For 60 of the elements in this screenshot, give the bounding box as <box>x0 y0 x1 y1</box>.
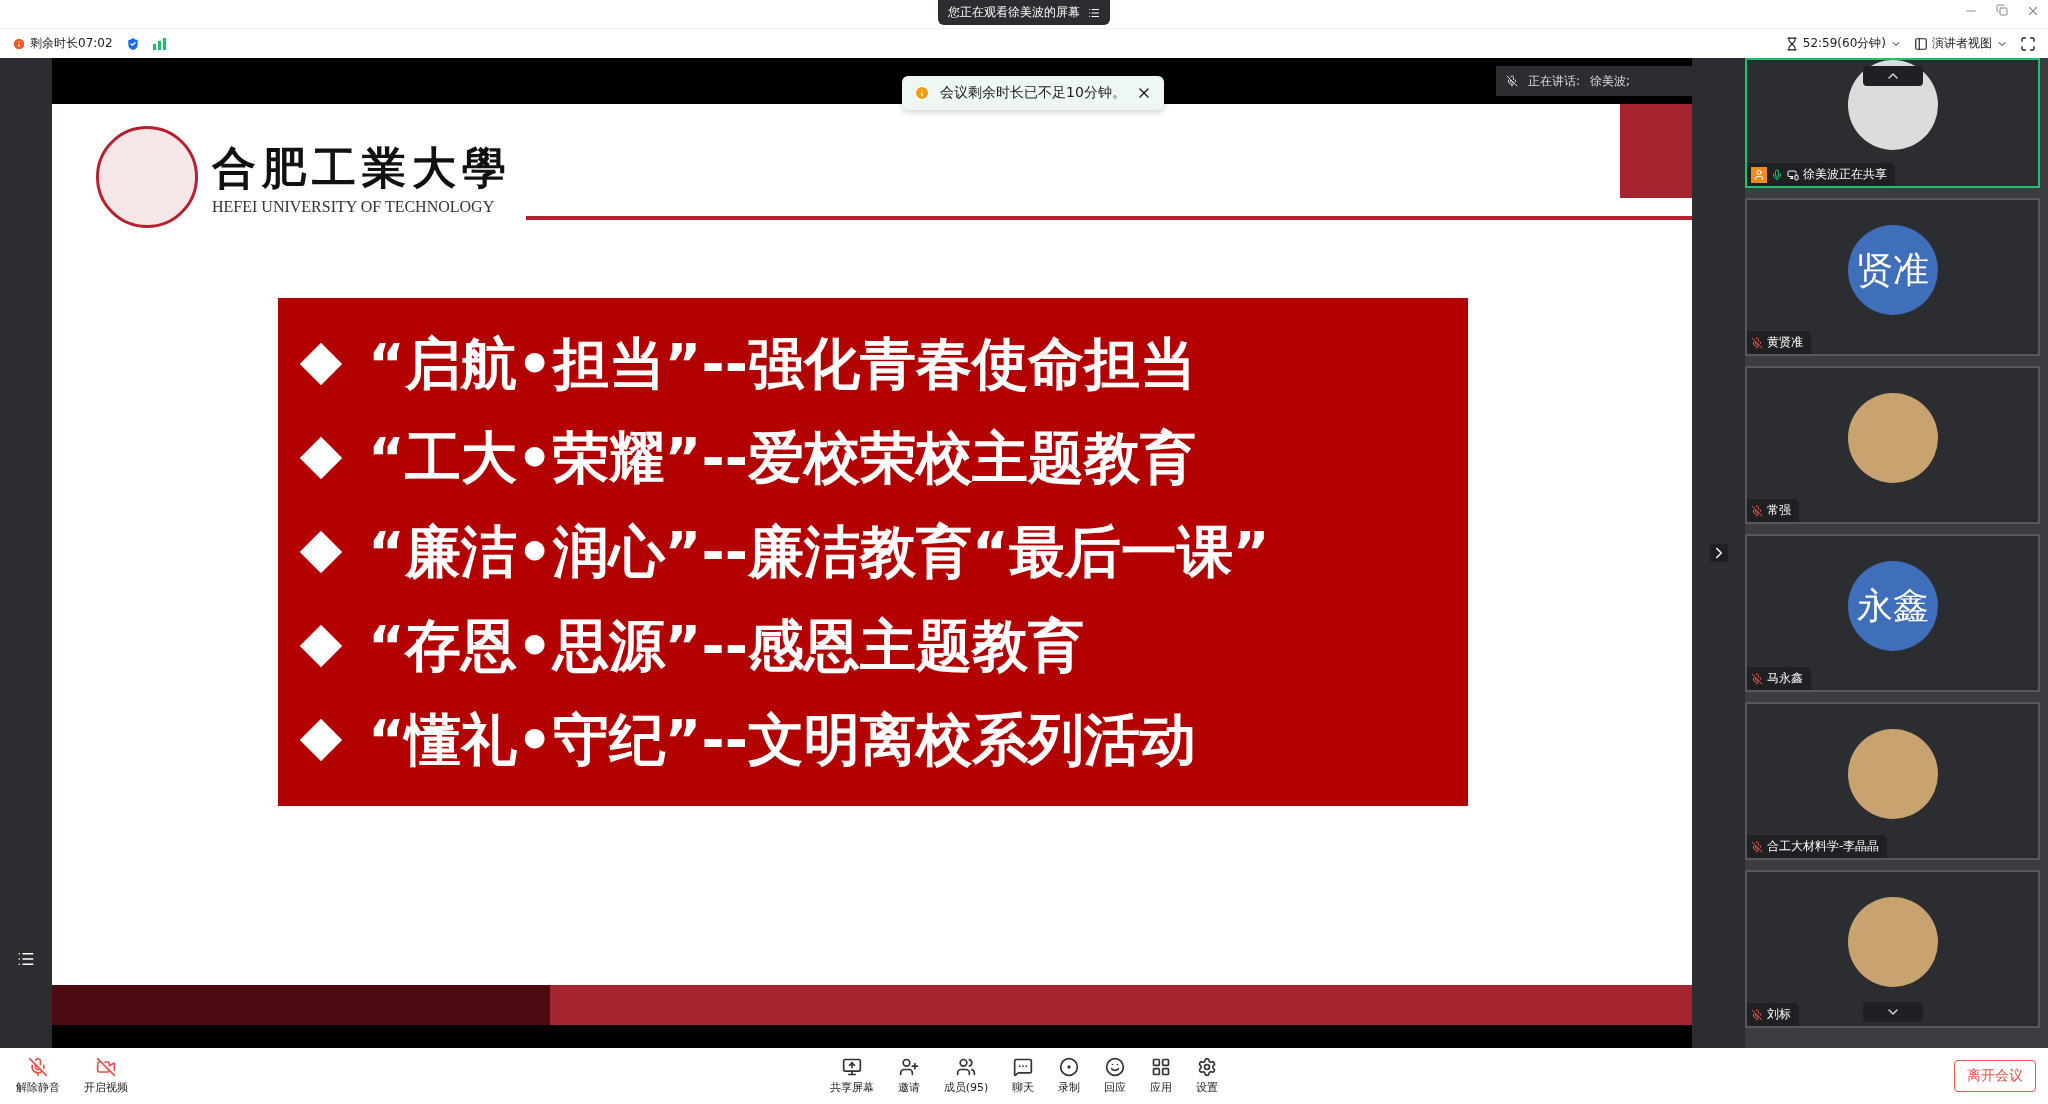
list-icon[interactable] <box>17 950 35 968</box>
participant-name: 刘标 <box>1767 1006 1791 1023</box>
scroll-down-button[interactable] <box>1862 1002 1923 1022</box>
view-button[interactable]: 演讲者视图 <box>1914 35 2008 52</box>
avatar: 贤准 <box>1847 225 1938 315</box>
screen-share-icon <box>841 1057 862 1077</box>
fullscreen-icon[interactable] <box>2020 35 2036 52</box>
toolbar-button[interactable]: 邀请 <box>893 1055 924 1097</box>
timer-button[interactable]: 52:59(60分钟) <box>1784 35 1902 52</box>
settings-icon <box>1197 1057 1218 1077</box>
toolbar-button[interactable]: 应用 <box>1146 1055 1177 1097</box>
expand-icon[interactable] <box>1709 544 1728 562</box>
info-icon <box>12 36 26 51</box>
participant-tile[interactable]: 永鑫 马永鑫 <box>1745 534 2040 692</box>
video-off-icon <box>96 1057 116 1077</box>
shield-icon[interactable] <box>124 35 141 52</box>
smile-icon <box>1105 1057 1126 1077</box>
layout-icon <box>1914 36 1928 51</box>
participant-tile[interactable]: 合工大材料学-李晶晶 <box>1745 702 2040 860</box>
list-icon[interactable] <box>1088 6 1100 19</box>
user-icon <box>1751 166 1767 183</box>
participant-name: 合工大材料学-李晶晶 <box>1767 838 1880 855</box>
university-name-english: HEFEI UNIVERSITY OF TECHNOLOGY <box>212 197 496 216</box>
participant-name: 黄贤准 <box>1767 334 1803 351</box>
participant-name: 常强 <box>1767 502 1791 519</box>
speaker-name: 徐美波; <box>1590 72 1631 90</box>
mic-off-icon <box>1506 75 1518 87</box>
scroll-up-button[interactable] <box>1862 66 1923 86</box>
university-name: 合肥工業大學 <box>212 140 512 195</box>
leave-meeting-button[interactable]: 离开会议 <box>1954 1060 2036 1092</box>
mic-off-icon <box>28 1057 48 1077</box>
participant-tile[interactable]: 常强 <box>1745 366 2040 524</box>
hourglass-icon <box>1784 36 1799 51</box>
add-user-icon <box>898 1057 919 1077</box>
participant-name: 马永鑫 <box>1767 670 1803 687</box>
screen-icon <box>1787 168 1799 181</box>
participant-tile[interactable]: 徐美波正在共享 <box>1745 58 2040 188</box>
toolbar-button[interactable]: 录制 <box>1054 1055 1085 1097</box>
avatar: 永鑫 <box>1847 561 1938 651</box>
slide-bullet-text: “启航•担当”--强化青春使命担当 <box>368 336 1196 392</box>
toolbar-button[interactable]: 解除静音 <box>12 1055 64 1097</box>
slide-bullet-text: “懂礼•守纪”--文明离校系列活动 <box>368 712 1196 768</box>
remaining-time: 剩余时长07:02 <box>30 35 113 52</box>
notice-text: 会议剩余时长已不足10分钟。 <box>940 84 1126 102</box>
toolbar-button[interactable]: 聊天 <box>1008 1055 1039 1097</box>
record-icon <box>1059 1057 1080 1077</box>
apps-icon <box>1151 1057 1172 1077</box>
toolbar-button[interactable]: 成员(95) <box>939 1055 993 1097</box>
toolbar-button[interactable]: 开启视频 <box>80 1055 132 1097</box>
chat-icon <box>1013 1057 1034 1077</box>
participant-tile[interactable]: 刘标 <box>1745 870 2040 1028</box>
participant-tile[interactable]: 贤准 黄贤准 <box>1745 198 2040 356</box>
warning-icon <box>914 85 930 101</box>
toolbar-button[interactable]: 共享屏幕 <box>825 1055 878 1097</box>
banner-text: 您正在观看徐美波的屏幕 <box>948 4 1080 21</box>
toolbar-button[interactable]: 设置 <box>1192 1055 1223 1097</box>
users-icon <box>956 1057 976 1077</box>
participant-name: 徐美波正在共享 <box>1803 166 1887 183</box>
speaking-label: 正在讲话: <box>1528 72 1581 90</box>
toolbar-button[interactable]: 回应 <box>1100 1055 1131 1097</box>
